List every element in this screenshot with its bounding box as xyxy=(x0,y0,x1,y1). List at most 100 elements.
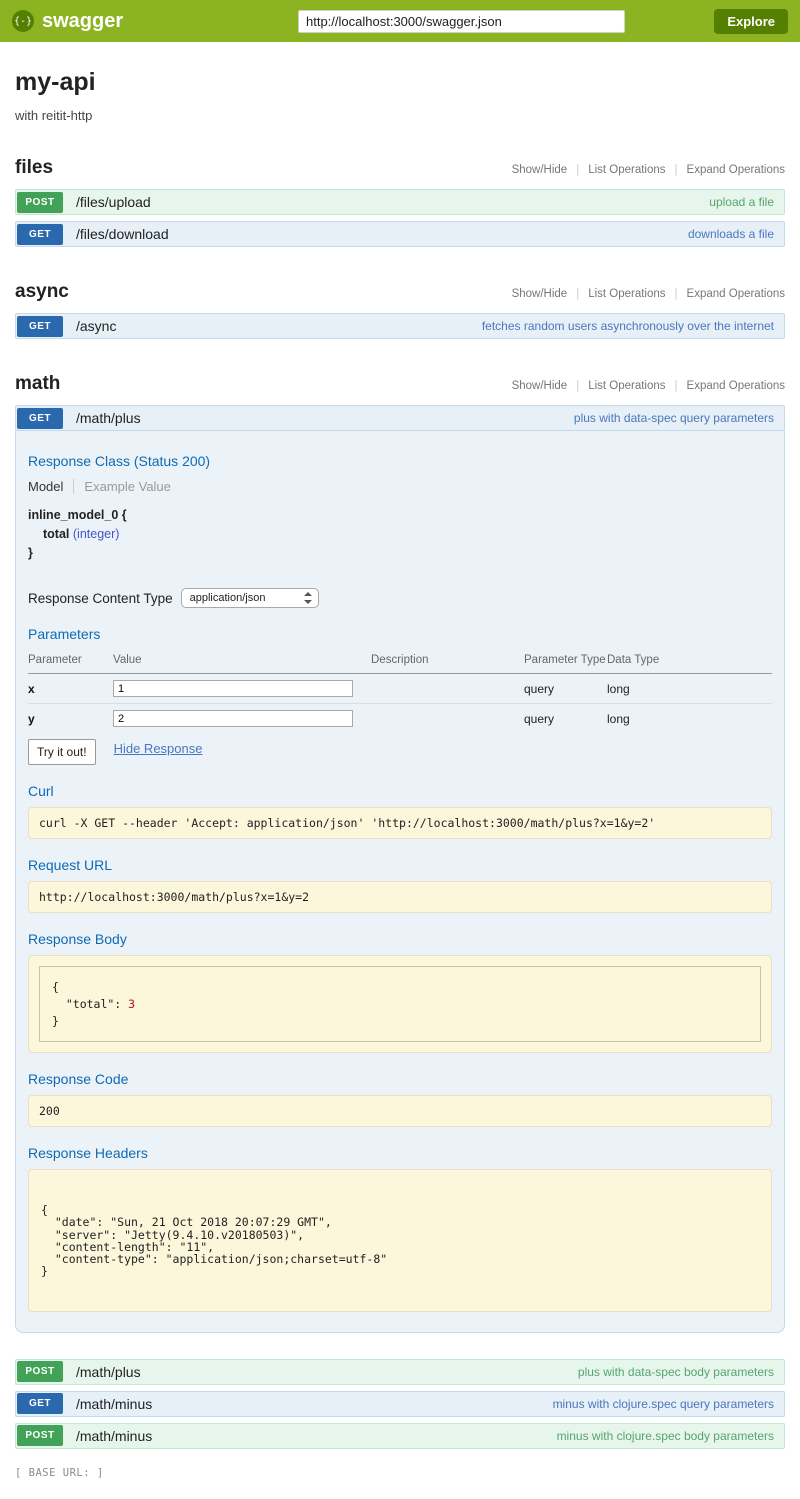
method-badge: GET xyxy=(17,1393,63,1414)
operation-row[interactable]: GET /async fetches random users asynchro… xyxy=(15,313,785,339)
column-header-parameter: Parameter xyxy=(28,650,113,674)
response-headers-block: { "date": "Sun, 21 Oct 2018 20:07:29 GMT… xyxy=(28,1169,772,1312)
tab-example-value[interactable]: Example Value xyxy=(73,479,170,494)
model-open-line: inline_model_0 { xyxy=(28,506,772,525)
model-signature: inline_model_0 { total (integer) } xyxy=(28,506,772,562)
property-name: total xyxy=(43,527,69,541)
expand-operations-link[interactable]: Expand Operations xyxy=(687,380,785,392)
response-content-type-label: Response Content Type xyxy=(28,591,173,606)
parameter-name: y xyxy=(28,704,113,734)
swagger-logo-icon: {-} xyxy=(12,10,34,32)
model-property: total (integer) xyxy=(28,525,772,544)
link-separator: | xyxy=(675,164,678,176)
show-hide-link[interactable]: Show/Hide xyxy=(512,288,568,300)
operation-path-link[interactable]: /math/minus xyxy=(76,1428,152,1444)
show-hide-link[interactable]: Show/Hide xyxy=(512,380,568,392)
operation-summary-link[interactable]: plus with data-spec body parameters xyxy=(578,1365,784,1379)
hide-response-link[interactable]: Hide Response xyxy=(114,741,203,756)
model-close-line: } xyxy=(28,544,772,563)
explore-button[interactable]: Explore xyxy=(714,9,788,34)
json-open-brace: { xyxy=(52,979,748,996)
operation-path-link[interactable]: /math/plus xyxy=(76,1364,141,1380)
parameter-row-x: x query long xyxy=(28,674,772,704)
column-header-data-type: Data Type xyxy=(607,650,772,674)
operation-row[interactable]: POST /math/plus plus with data-spec body… xyxy=(15,1359,785,1385)
json-close-brace: } xyxy=(52,1013,748,1030)
operation-path-link[interactable]: /math/minus xyxy=(76,1396,152,1412)
operation-path-link[interactable]: /math/plus xyxy=(76,410,141,426)
parameter-type: query xyxy=(524,704,607,734)
operation-row[interactable]: GET /math/minus minus with clojure.spec … xyxy=(15,1391,785,1417)
parameter-name: x xyxy=(28,674,113,704)
expanded-operation: GET /math/plus plus with data-spec query… xyxy=(15,405,785,1333)
request-url-value: http://localhost:3000/math/plus?x=1&y=2 xyxy=(28,881,772,913)
operation-row[interactable]: POST /files/upload upload a file xyxy=(15,189,785,215)
response-body-json: { "total": 3 } xyxy=(39,966,761,1042)
response-class-heading: Response Class (Status 200) xyxy=(28,453,772,469)
operation-summary-link[interactable]: fetches random users asynchronously over… xyxy=(482,319,784,333)
list-operations-link[interactable]: List Operations xyxy=(588,164,665,176)
operation-summary-link[interactable]: upload a file xyxy=(709,195,784,209)
parameter-data-type: long xyxy=(607,674,772,704)
response-headers-heading: Response Headers xyxy=(28,1145,772,1161)
section-header-files: files Show/Hide | List Operations | Expa… xyxy=(15,157,785,179)
tab-model[interactable]: Model xyxy=(28,479,73,494)
parameter-description xyxy=(371,674,524,704)
swagger-logo[interactable]: {-} swagger xyxy=(12,10,162,33)
parameter-row-y: y query long xyxy=(28,704,772,734)
property-type: (integer) xyxy=(73,527,120,541)
list-operations-link[interactable]: List Operations xyxy=(588,380,665,392)
json-number-value: 3 xyxy=(128,997,135,1011)
operation-row[interactable]: GET /math/plus plus with data-spec query… xyxy=(15,405,785,431)
method-badge: POST xyxy=(17,1425,63,1446)
response-code-heading: Response Code xyxy=(28,1071,772,1087)
list-operations-link[interactable]: List Operations xyxy=(588,288,665,300)
method-badge: GET xyxy=(17,408,63,429)
section-header-async: async Show/Hide | List Operations | Expa… xyxy=(15,281,785,303)
response-body-heading: Response Body xyxy=(28,931,772,947)
api-description: with reitit-http xyxy=(15,108,785,123)
operation-row[interactable]: GET /files/download downloads a file xyxy=(15,221,785,247)
parameter-y-input[interactable] xyxy=(113,710,353,727)
operation-summary-link[interactable]: downloads a file xyxy=(688,227,784,241)
parameters-heading: Parameters xyxy=(28,626,772,642)
expand-operations-link[interactable]: Expand Operations xyxy=(687,288,785,300)
operation-detail-panel: Response Class (Status 200) Model Exampl… xyxy=(15,431,785,1333)
operation-summary-link[interactable]: minus with clojure.spec body parameters xyxy=(557,1429,784,1443)
try-it-out-button[interactable]: Try it out! xyxy=(28,739,96,765)
operation-row[interactable]: POST /math/minus minus with clojure.spec… xyxy=(15,1423,785,1449)
expand-operations-link[interactable]: Expand Operations xyxy=(687,164,785,176)
spec-url-input[interactable] xyxy=(298,10,625,33)
json-key: "total": xyxy=(52,997,128,1011)
swagger-logo-text: swagger xyxy=(42,10,123,33)
response-content-type-select[interactable]: application/json xyxy=(181,588,319,608)
response-code-value: 200 xyxy=(28,1095,772,1127)
model-tabs: Model Example Value xyxy=(28,479,772,494)
operation-summary-link[interactable]: minus with clojure.spec query parameters xyxy=(553,1397,784,1411)
parameters-table: Parameter Value Description Parameter Ty… xyxy=(28,650,772,733)
parameter-x-input[interactable] xyxy=(113,680,353,697)
parameter-type: query xyxy=(524,674,607,704)
curl-command: curl -X GET --header 'Accept: applicatio… xyxy=(28,807,772,839)
section-title: files xyxy=(15,157,53,179)
column-header-value: Value xyxy=(113,650,371,674)
json-total-line: "total": 3 xyxy=(52,996,748,1013)
method-badge: POST xyxy=(17,192,63,213)
base-url-label: [ BASE URL: ] xyxy=(15,1467,785,1479)
link-separator: | xyxy=(576,164,579,176)
parameter-description xyxy=(371,704,524,734)
link-separator: | xyxy=(576,380,579,392)
method-badge: GET xyxy=(17,316,63,337)
link-separator: | xyxy=(576,288,579,300)
column-header-parameter-type: Parameter Type xyxy=(524,650,607,674)
show-hide-link[interactable]: Show/Hide xyxy=(512,164,568,176)
method-badge: POST xyxy=(17,1361,63,1382)
response-content-type-row: Response Content Type application/json xyxy=(28,588,772,608)
api-title: my-api xyxy=(15,68,785,97)
operation-path-link[interactable]: /files/upload xyxy=(76,194,151,210)
operation-path-link[interactable]: /files/download xyxy=(76,226,169,242)
section-title: math xyxy=(15,373,60,395)
operation-path-link[interactable]: /async xyxy=(76,318,116,334)
operation-summary-link[interactable]: plus with data-spec query parameters xyxy=(574,411,784,425)
response-headers-json: { "date": "Sun, 21 Oct 2018 20:07:29 GMT… xyxy=(41,1204,759,1276)
